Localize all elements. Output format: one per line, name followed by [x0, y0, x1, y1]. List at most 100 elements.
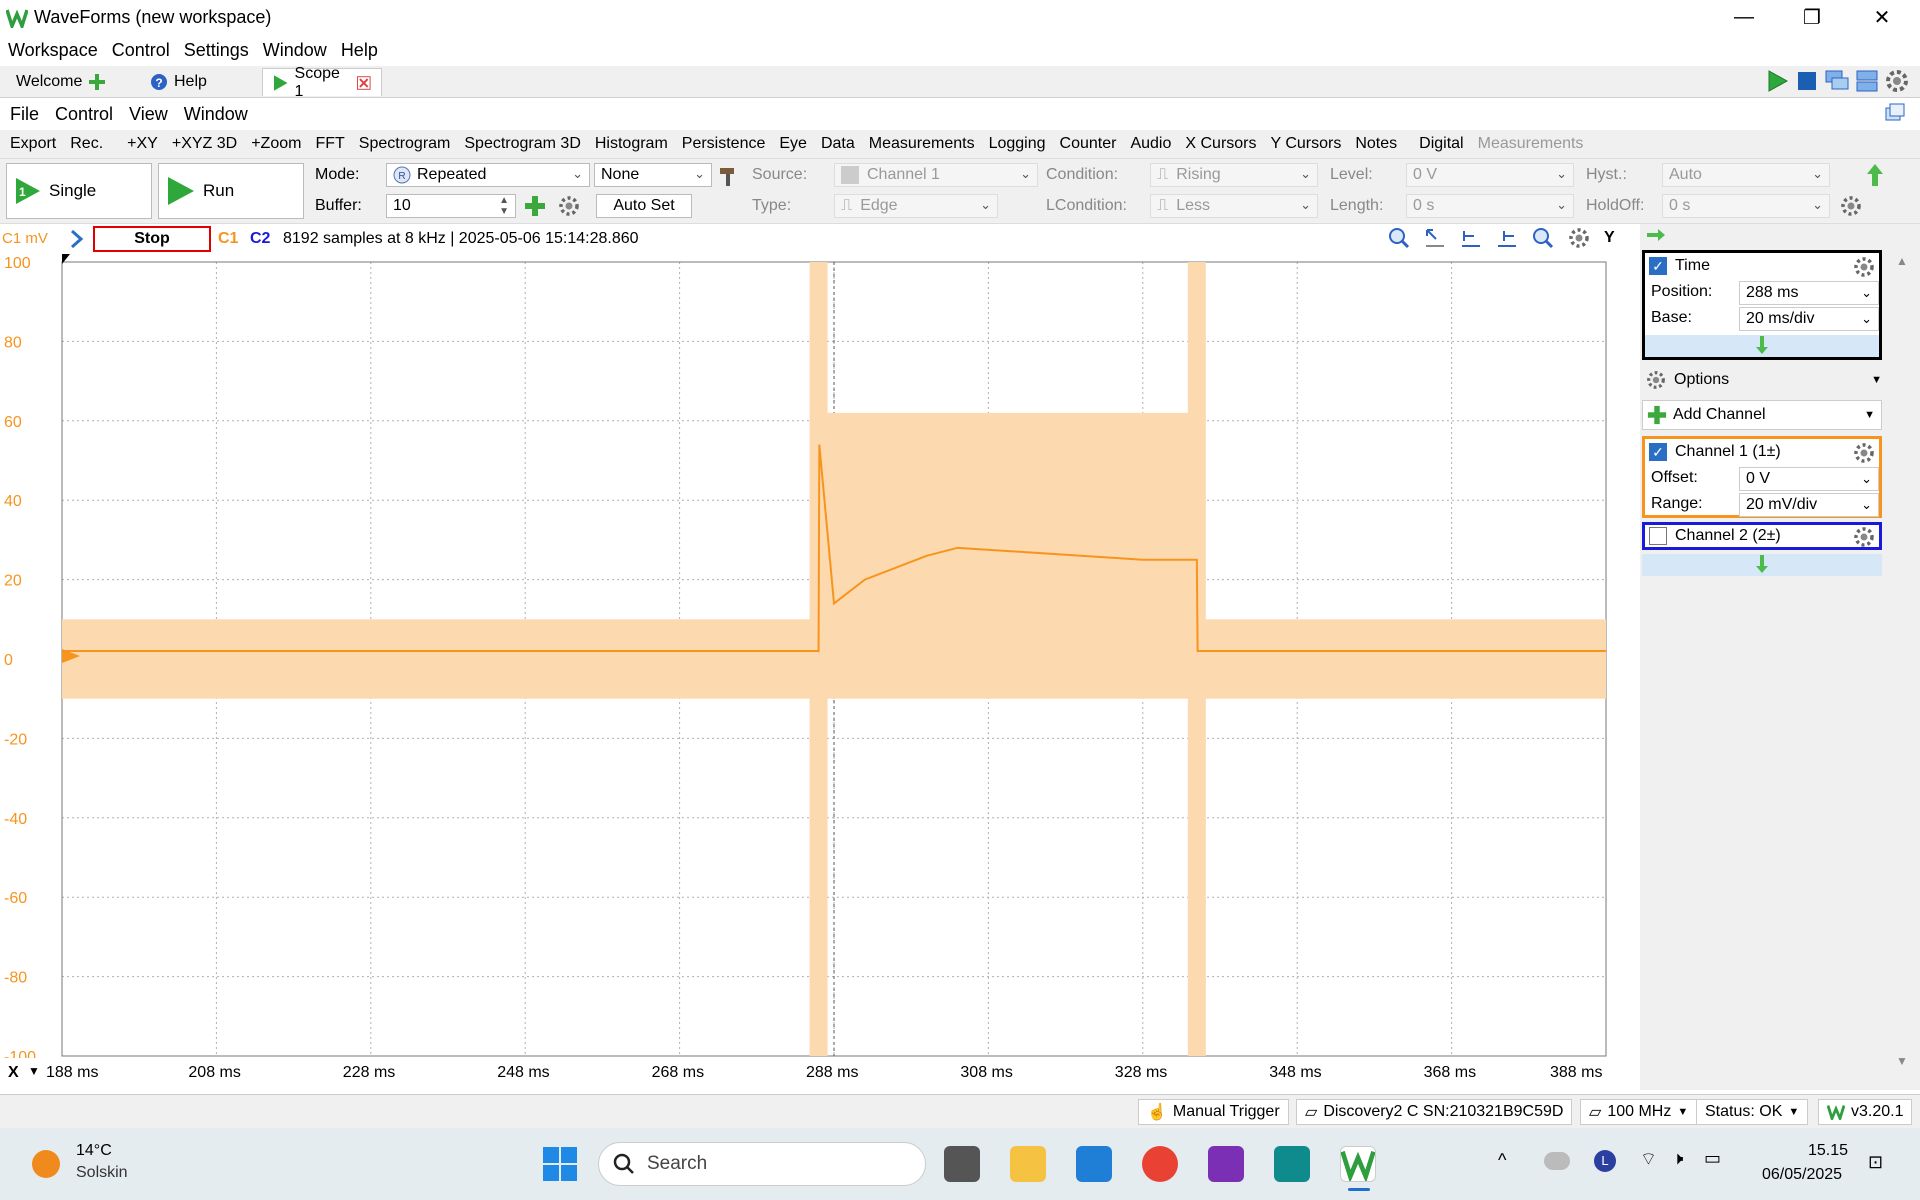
- menu-control[interactable]: Control: [112, 40, 176, 61]
- lcondition-select[interactable]: ⎍ Less ⌄: [1150, 194, 1318, 218]
- channels-collapse-button[interactable]: [1642, 554, 1882, 576]
- buffer-input[interactable]: 10 ▲ ▼: [386, 194, 516, 218]
- time-checkbox[interactable]: ✓: [1649, 257, 1667, 275]
- channel-1-gear-icon[interactable]: [1853, 442, 1875, 464]
- range-input[interactable]: 20 mV/div ⌄: [1739, 493, 1879, 517]
- zoom-in-icon[interactable]: [1388, 227, 1410, 249]
- manual-trigger-button[interactable]: ☝ Manual Trigger: [1138, 1099, 1289, 1125]
- run-button[interactable]: Run: [158, 163, 304, 219]
- status-button[interactable]: Status: OK ▼: [1696, 1099, 1809, 1125]
- waveforms-taskbar-icon[interactable]: [1340, 1146, 1376, 1184]
- options-header[interactable]: Options ▼: [1646, 370, 1882, 390]
- toolbar-measurements[interactable]: Measurements: [869, 135, 979, 153]
- toolbar-notes[interactable]: Notes: [1355, 135, 1401, 153]
- arduino-icon[interactable]: [1274, 1146, 1310, 1182]
- toolbar-data[interactable]: Data: [821, 135, 859, 153]
- offset-input[interactable]: 0 V ⌄: [1739, 467, 1879, 491]
- type-select[interactable]: ⎍ Edge ⌄: [834, 194, 998, 218]
- toolbar-logging[interactable]: Logging: [989, 135, 1050, 153]
- time-gear-icon[interactable]: [1853, 256, 1875, 278]
- toolbar-x-cursors[interactable]: X Cursors: [1185, 135, 1260, 153]
- cursor-tool-icon[interactable]: [1424, 227, 1446, 249]
- buffer-gear-icon[interactable]: [558, 195, 580, 217]
- taskbar-search[interactable]: Search: [598, 1142, 926, 1186]
- weather-temp[interactable]: 14°C: [76, 1142, 112, 1160]
- maximize-button[interactable]: ❐: [1782, 0, 1842, 34]
- menu-settings[interactable]: Settings: [184, 40, 255, 61]
- c1-toggle[interactable]: C1: [218, 230, 238, 248]
- scale-tool-icon[interactable]: [1460, 227, 1482, 249]
- chevron-up-icon[interactable]: ^: [1498, 1150, 1506, 1171]
- close-tab-icon[interactable]: [357, 75, 372, 90]
- menu-workspace[interactable]: Workspace: [8, 40, 104, 61]
- level-input[interactable]: 0 V ⌄: [1406, 163, 1574, 187]
- toolbar-digital[interactable]: Digital: [1419, 135, 1467, 153]
- base-input[interactable]: 20 ms/div ⌄: [1739, 307, 1879, 331]
- y-axis-toggle[interactable]: Y: [1604, 229, 1615, 247]
- trigger-gear-icon[interactable]: [1840, 195, 1862, 217]
- volume-icon[interactable]: 🕨: [1672, 1148, 1683, 1169]
- spin-arrows-icon[interactable]: ▲ ▼: [499, 195, 509, 217]
- c2-toggle[interactable]: C2: [250, 230, 270, 248]
- hammer-icon[interactable]: [718, 165, 740, 187]
- channel-2-header[interactable]: Channel 2 (2±): [1649, 527, 1781, 545]
- undock-icon[interactable]: [1884, 102, 1906, 124]
- tab-help[interactable]: ? Help: [140, 68, 217, 96]
- toolbar-counter[interactable]: Counter: [1060, 135, 1121, 153]
- vscode-icon[interactable]: [1076, 1146, 1112, 1182]
- magnifier-icon[interactable]: [1532, 227, 1554, 249]
- channel-2-checkbox[interactable]: [1649, 527, 1667, 545]
- length-input[interactable]: 0 s ⌄: [1406, 194, 1574, 218]
- toolbar-persistence[interactable]: Persistence: [682, 135, 770, 153]
- chevron-down-icon[interactable]: ▼: [28, 1064, 40, 1078]
- windows-start-icon[interactable]: [542, 1146, 578, 1182]
- cascade-icon[interactable]: [1824, 68, 1850, 94]
- auto-set-button[interactable]: Auto Set: [596, 194, 692, 218]
- clock-time[interactable]: 15.15: [1808, 1142, 1848, 1160]
- hyst-input[interactable]: Auto ⌄: [1662, 163, 1830, 187]
- add-channel-button[interactable]: Add Channel ▼: [1642, 400, 1882, 430]
- toolbar-eye[interactable]: Eye: [779, 135, 811, 153]
- menu-window[interactable]: Window: [263, 40, 333, 61]
- weather-sun-icon[interactable]: [32, 1150, 60, 1178]
- holdoff-input[interactable]: 0 s ⌄: [1662, 194, 1830, 218]
- oscilloscope-plot[interactable]: 100 80 60 40 20 0 -20 -40 -60 -80 -100: [0, 254, 1640, 1058]
- settings-gear-icon[interactable]: [1884, 68, 1910, 94]
- tile-icon[interactable]: [1854, 68, 1880, 94]
- onedrive-icon[interactable]: [1544, 1152, 1570, 1170]
- channel-1-header[interactable]: ✓ Channel 1 (1±): [1649, 443, 1781, 461]
- stop-button[interactable]: Stop: [93, 226, 211, 252]
- toolbar-zoom[interactable]: +Zoom: [251, 135, 305, 153]
- menu-file[interactable]: File: [10, 104, 45, 125]
- clock-button[interactable]: ▱ 100 MHz ▼: [1580, 1099, 1698, 1125]
- weather-text[interactable]: Solskin: [76, 1164, 128, 1182]
- toolbar-audio[interactable]: Audio: [1130, 135, 1175, 153]
- chrome-icon[interactable]: [1142, 1146, 1178, 1182]
- tab-welcome[interactable]: Welcome: [6, 68, 116, 96]
- channel-1-checkbox[interactable]: ✓: [1649, 443, 1667, 461]
- file-explorer-icon[interactable]: [1010, 1146, 1046, 1182]
- add-buffer-icon[interactable]: [524, 195, 546, 217]
- scroll-down-icon[interactable]: ▼: [1896, 1054, 1908, 1068]
- position-input[interactable]: 288 ms ⌄: [1739, 281, 1879, 305]
- toolbar-export[interactable]: Export: [10, 135, 60, 153]
- toolbar-xyz3d[interactable]: +XYZ 3D: [172, 135, 241, 153]
- notification-icon[interactable]: ⊡: [1868, 1152, 1883, 1173]
- clock-date[interactable]: 06/05/2025: [1762, 1166, 1842, 1184]
- toolbar-y-cursors[interactable]: Y Cursors: [1271, 135, 1346, 153]
- scale-tool-2-icon[interactable]: [1496, 227, 1518, 249]
- time-header[interactable]: ✓ Time: [1649, 257, 1710, 275]
- time-collapse-button[interactable]: [1645, 335, 1879, 357]
- single-button[interactable]: 1 Single: [6, 163, 152, 219]
- condition-select[interactable]: ⎍ Rising ⌄: [1150, 163, 1318, 187]
- panel-scrollbar[interactable]: ▲ ▼: [1896, 254, 1912, 1074]
- stop-all-icon[interactable]: [1794, 68, 1820, 94]
- menu-window-2[interactable]: Window: [184, 104, 254, 125]
- device-button[interactable]: ▱ Discovery2 C SN:210321B9C59D: [1296, 1099, 1573, 1125]
- arrow-up-icon[interactable]: [1864, 163, 1886, 187]
- task-view-icon[interactable]: [944, 1146, 980, 1182]
- toolbar-spectrogram-3d[interactable]: Spectrogram 3D: [464, 135, 585, 153]
- close-button[interactable]: ✕: [1852, 0, 1912, 34]
- tab-scope-1[interactable]: Scope 1: [262, 65, 382, 100]
- source-select[interactable]: Channel 1 ⌄: [834, 163, 1038, 187]
